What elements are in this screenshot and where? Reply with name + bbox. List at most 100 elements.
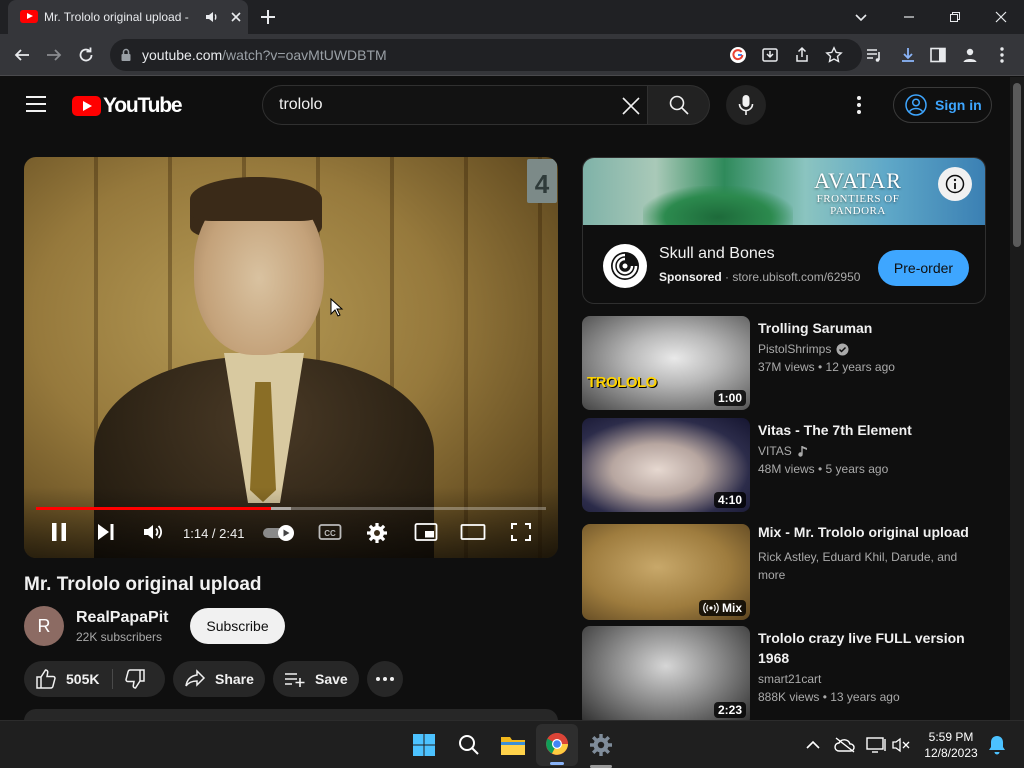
video-thumbnail[interactable]: TROLOLO 1:00 xyxy=(582,316,750,410)
close-window-icon[interactable] xyxy=(978,0,1024,34)
search-query[interactable]: trololo xyxy=(279,96,323,114)
tab-search-icon[interactable] xyxy=(852,8,870,26)
side-panel-icon[interactable] xyxy=(928,45,948,65)
tab-close-icon[interactable] xyxy=(228,9,244,25)
recommended-video[interactable]: 4:10 Vitas - The 7th Element VITAS 48M v… xyxy=(582,418,992,512)
sponsored-ad[interactable]: AVATAR FRONTIERS OF PANDORA Skull and Bo… xyxy=(582,157,986,304)
voice-search-button[interactable] xyxy=(726,85,766,125)
extension-icon[interactable] xyxy=(898,45,918,65)
show-hidden-icons-chevron-icon[interactable] xyxy=(800,732,826,758)
share-icon xyxy=(185,669,206,687)
subscribe-button[interactable]: Subscribe xyxy=(190,608,285,644)
windows-start-icon[interactable] xyxy=(411,732,437,758)
theater-mode-icon[interactable] xyxy=(460,522,486,542)
volume-muted-icon[interactable] xyxy=(888,732,914,758)
ad-title[interactable]: Skull and Bones xyxy=(659,245,775,263)
subtitles-icon[interactable]: CC xyxy=(318,522,342,542)
ad-info-icon[interactable] xyxy=(938,167,972,201)
chrome-taskbar-button[interactable] xyxy=(536,724,578,766)
tab-audio-icon[interactable] xyxy=(204,9,220,25)
mix-thumbnail[interactable]: Mix xyxy=(582,524,750,620)
tab-title: Mr. Trololo original upload - xyxy=(44,10,189,24)
mix-broadcast-icon xyxy=(703,602,719,614)
save-button[interactable]: Save xyxy=(273,661,359,697)
progress-played xyxy=(36,507,271,510)
video-thumbnail[interactable]: 2:23 xyxy=(582,626,750,720)
scrollbar-thumb[interactable] xyxy=(1013,83,1021,247)
page-scrollbar[interactable] xyxy=(1010,77,1024,720)
autoplay-toggle[interactable] xyxy=(262,524,296,542)
onedrive-offline-icon[interactable] xyxy=(832,732,858,758)
video-channel[interactable]: VITAS xyxy=(758,444,809,458)
more-horizontal-icon xyxy=(376,677,394,681)
share-page-icon[interactable] xyxy=(792,45,812,65)
settings-gear-icon[interactable] xyxy=(366,522,388,544)
settings-more-icon[interactable] xyxy=(856,95,862,115)
video-title[interactable]: Vitas - The 7th Element xyxy=(758,420,990,440)
fullscreen-icon[interactable] xyxy=(510,522,532,542)
file-explorer-icon[interactable] xyxy=(500,732,526,758)
video-title[interactable]: Mix - Mr. Trololo original upload xyxy=(758,522,990,542)
channel-bug: 4 xyxy=(527,159,557,203)
dislike-button[interactable] xyxy=(124,668,146,690)
description-card[interactable] xyxy=(24,709,558,720)
browser-tab[interactable]: Mr. Trololo original upload - xyxy=(8,0,248,34)
recommended-video[interactable]: TROLOLO 1:00 Trolling Saruman PistolShri… xyxy=(582,316,992,410)
next-video-icon[interactable] xyxy=(96,522,116,542)
youtube-play-icon xyxy=(72,96,101,116)
video-meta: 888K views • 13 years ago xyxy=(758,690,900,704)
search-button[interactable] xyxy=(648,85,710,125)
forward-arrow-icon[interactable] xyxy=(44,45,64,65)
taskbar-search-icon[interactable] xyxy=(456,732,482,758)
pause-icon[interactable] xyxy=(50,522,68,542)
video-title[interactable]: Trololo crazy live FULL version 1968 xyxy=(758,628,990,668)
share-button[interactable]: Share xyxy=(173,661,265,697)
search-input[interactable]: trololo xyxy=(262,85,648,125)
restore-window-icon[interactable] xyxy=(932,0,978,34)
video-duration: 2:23 xyxy=(713,702,746,718)
channel-avatar[interactable]: R xyxy=(24,606,64,646)
video-channel[interactable]: smart21cart xyxy=(758,672,821,686)
pre-order-button[interactable]: Pre-order xyxy=(878,250,969,286)
recommended-video[interactable]: 2:23 Trololo crazy live FULL version 1968… xyxy=(582,626,992,720)
video-title[interactable]: Trolling Saruman xyxy=(758,318,990,338)
address-bar[interactable]: youtube.com/watch?v=oavMtUWDBTM xyxy=(110,39,862,71)
thumbs-down-icon xyxy=(125,669,145,689)
settings-app-icon[interactable] xyxy=(588,732,614,758)
clock-date: 12/8/2023 xyxy=(924,746,978,760)
clear-search-icon[interactable] xyxy=(621,96,641,116)
network-icon[interactable] xyxy=(864,732,890,758)
volume-icon[interactable] xyxy=(142,522,164,542)
browser-menu-icon[interactable] xyxy=(992,45,1012,65)
recommended-mix[interactable]: Mix Mix - Mr. Trololo original upload Ri… xyxy=(582,520,992,620)
install-app-icon[interactable] xyxy=(760,45,780,65)
video-progress-bar[interactable] xyxy=(36,507,546,510)
bookmark-star-icon[interactable] xyxy=(824,45,844,65)
menu-icon[interactable] xyxy=(26,96,46,112)
profile-icon[interactable] xyxy=(960,45,980,65)
notification-bell-icon[interactable] xyxy=(984,732,1010,758)
video-player[interactable]: 4 1:14 / 2:41 CC xyxy=(24,157,558,558)
media-controls-icon[interactable] xyxy=(864,45,884,65)
taskbar-clock[interactable]: 5:59 PM 12/8/2023 xyxy=(920,729,982,761)
back-arrow-icon[interactable] xyxy=(12,45,32,65)
google-icon[interactable] xyxy=(728,45,748,65)
channel-name[interactable]: RealPapaPit xyxy=(76,609,168,627)
account-icon xyxy=(905,94,927,116)
new-tab-icon[interactable] xyxy=(258,7,278,27)
more-actions-button[interactable] xyxy=(367,661,403,697)
miniplayer-icon[interactable] xyxy=(414,522,438,542)
verified-icon xyxy=(836,343,849,355)
youtube-logo[interactable]: YouTube xyxy=(72,94,183,118)
video-channel[interactable]: PistolShrimps xyxy=(758,342,849,356)
playlist-add-icon xyxy=(285,673,305,687)
lock-icon[interactable] xyxy=(120,48,132,62)
ad-banner[interactable]: AVATAR FRONTIERS OF PANDORA xyxy=(583,158,985,225)
reload-icon[interactable] xyxy=(76,45,96,65)
sign-in-button[interactable]: Sign in xyxy=(893,87,992,123)
minimize-window-icon[interactable] xyxy=(886,0,932,34)
video-duration: 4:10 xyxy=(713,492,746,508)
like-button[interactable]: 505K xyxy=(24,661,112,697)
youtube-header: YouTube trololo Sign in xyxy=(0,77,1010,133)
video-thumbnail[interactable]: 4:10 xyxy=(582,418,750,512)
